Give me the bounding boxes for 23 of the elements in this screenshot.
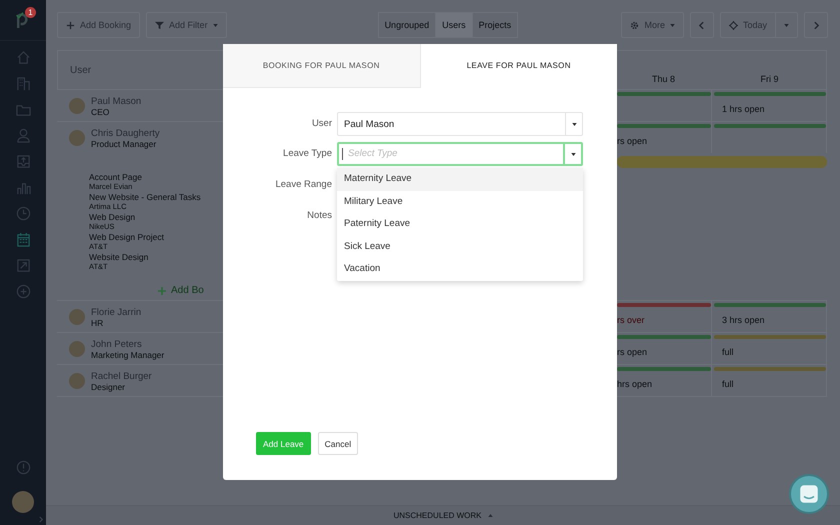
day-header: Fri 9 (760, 74, 780, 86)
user-role: CEO (91, 107, 110, 117)
user-role: Product Manager (91, 139, 158, 149)
availability-text: hrs open (617, 378, 654, 389)
notification-badge: 1 (25, 7, 36, 18)
field-label: Leave Range (274, 178, 332, 192)
user-role: Designer (91, 382, 126, 392)
user-role: HR (91, 318, 104, 328)
field-label: Notes (306, 209, 332, 223)
select-value: Paul Mason (343, 118, 396, 130)
availability-text: 1 hrs open (721, 103, 766, 114)
availability-text: full (721, 378, 735, 389)
user-role: Marketing Manager (91, 350, 164, 360)
availability-text: rs over (617, 314, 646, 325)
availability-text: rs open (617, 346, 648, 357)
field-label: User (310, 117, 332, 131)
availability-text: rs open (617, 135, 648, 146)
day-header: Thu 8 (650, 74, 676, 86)
column-header: User (69, 64, 92, 76)
availability-text: 3 hrs open (721, 314, 766, 325)
field-label: Leave Type (282, 147, 332, 161)
select-placeholder: Select Type (342, 148, 563, 160)
availability-text: full (721, 346, 735, 357)
